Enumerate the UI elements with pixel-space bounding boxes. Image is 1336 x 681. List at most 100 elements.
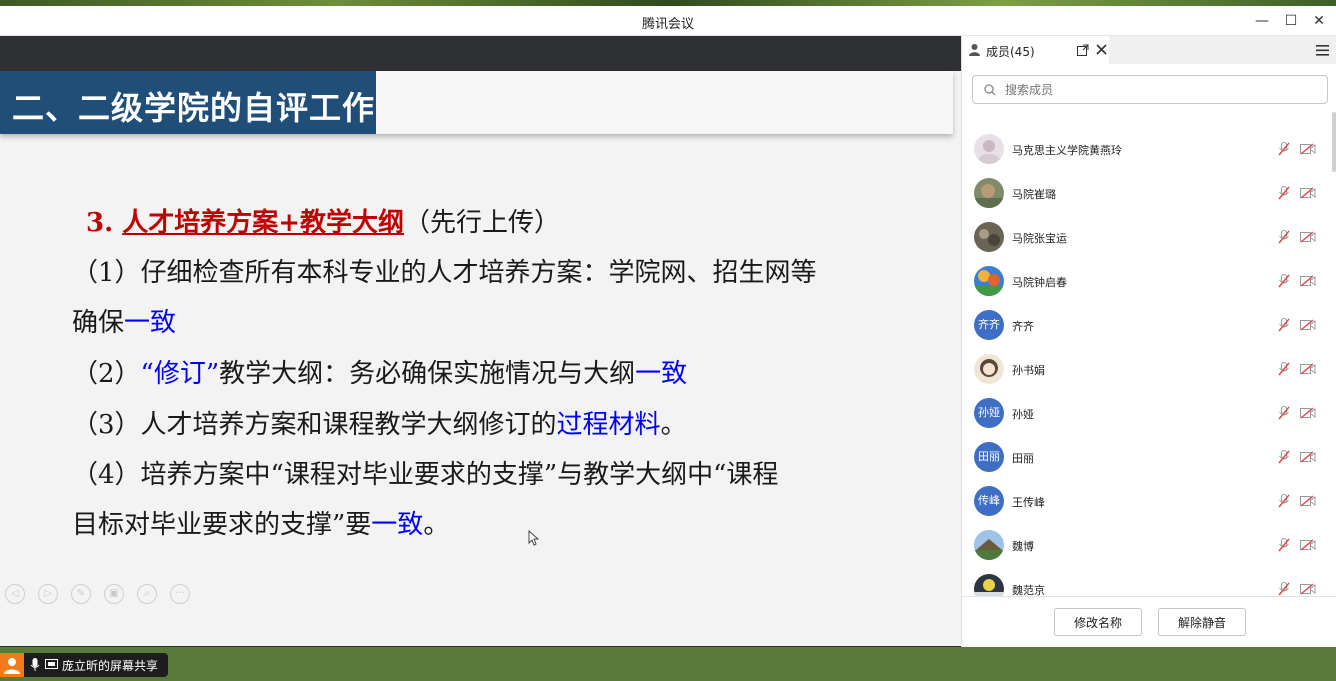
members-panel: 成员(45) 马克思主义学院黄燕玲 马院崔璐 <box>961 36 1336 647</box>
line1b-highlight: 一致 <box>124 308 177 338</box>
mic-muted-icon[interactable] <box>1278 318 1290 332</box>
popout-icon[interactable] <box>1077 44 1089 56</box>
avatar <box>974 222 1004 252</box>
camera-off-icon[interactable] <box>1300 539 1316 551</box>
members-tab[interactable]: 成员(45) <box>962 36 1109 64</box>
meeting-window: 腾讯会议 — ☐ ✕ 二、二级学院的自评工作 3. 人才培养方案+教学大纲（先行… <box>0 6 1336 677</box>
member-name: 马院张宝运 <box>1012 232 1067 245</box>
list-item[interactable]: 魏博 <box>962 523 1336 567</box>
line4b-highlight: 一致 <box>371 510 424 540</box>
list-item[interactable]: 马院张宝运 <box>962 215 1336 259</box>
slide-line-2: （2）“修订”教学大纲：务必确保实施情况与大纲一致 <box>72 353 687 390</box>
maximize-button[interactable]: ☐ <box>1281 11 1301 31</box>
search-icon <box>984 84 996 96</box>
member-name: 田丽 <box>1012 452 1034 465</box>
mic-muted-icon[interactable] <box>1278 230 1290 244</box>
line4b-text: 目标对毕业要求的支撑”要 <box>72 510 372 540</box>
slide-title: 二、二级学院的自评工作 <box>12 89 376 127</box>
mic-muted-icon[interactable] <box>1278 142 1290 156</box>
slide-line-3: （3）人才培养方案和课程教学大纲修订的过程材料。 <box>72 404 687 441</box>
unmute-button[interactable]: 解除静音 <box>1158 608 1246 636</box>
camera-off-icon[interactable] <box>1300 363 1316 375</box>
camera-off-icon[interactable] <box>1300 187 1316 199</box>
item3-suffix: （先行上传） <box>404 208 561 238</box>
member-list: 马克思主义学院黄燕玲 马院崔璐 马院张宝运 马院钟启春 齐齐 齐齐 孙书娟 孙娅… <box>962 112 1336 596</box>
slide-line-1a: （1）仔细检查所有本科专业的人才培养方案：学院网、招生网等 <box>72 258 817 288</box>
screen-share-icon <box>45 659 58 669</box>
close-panel-icon[interactable] <box>1096 44 1107 55</box>
window-title: 腾讯会议 <box>641 17 694 32</box>
camera-off-icon[interactable] <box>1300 143 1316 155</box>
member-name: 马克思主义学院黄燕玲 <box>1012 144 1122 157</box>
camera-off-icon[interactable] <box>1300 451 1316 463</box>
members-tab-label: 成员(45) <box>986 45 1035 59</box>
avatar <box>974 266 1004 296</box>
member-name: 马院崔璐 <box>1012 188 1056 201</box>
menu-icon[interactable] <box>1316 45 1329 56</box>
member-name: 齐齐 <box>1012 320 1034 333</box>
zoom-icon[interactable]: ⌕ <box>137 584 157 604</box>
member-name: 王传峰 <box>1012 496 1045 509</box>
avatar: 齐齐 <box>974 310 1004 340</box>
mouse-cursor-icon <box>528 529 540 550</box>
screen-share-badge: 庞立昕的屏幕共享 <box>0 653 168 677</box>
user-icon <box>0 653 24 677</box>
close-button[interactable]: ✕ <box>1309 11 1329 31</box>
avatar: 田丽 <box>974 442 1004 472</box>
list-item[interactable]: 马克思主义学院黄燕玲 <box>962 127 1336 171</box>
avatar: 传峰 <box>974 486 1004 516</box>
minimize-button[interactable]: — <box>1252 11 1272 31</box>
camera-off-icon[interactable] <box>1300 319 1316 331</box>
list-item[interactable]: 马院崔璐 <box>962 171 1336 215</box>
slide-line-4b: 目标对毕业要求的支撑”要一致。 <box>72 504 449 541</box>
line3-highlight: 过程材料 <box>556 410 661 440</box>
member-name: 马院钟启春 <box>1012 276 1067 289</box>
pen-icon[interactable]: ✎ <box>71 584 91 604</box>
slides-icon[interactable]: ▣ <box>104 584 124 604</box>
mic-muted-icon[interactable] <box>1278 494 1290 508</box>
more-icon[interactable]: ··· <box>170 584 190 604</box>
mic-muted-icon[interactable] <box>1278 450 1290 464</box>
next-slide-icon[interactable]: ▷ <box>38 584 58 604</box>
member-name: 孙书娟 <box>1012 364 1045 377</box>
camera-off-icon[interactable] <box>1300 495 1316 507</box>
slide-title-box: 二、二级学院的自评工作 <box>0 71 376 134</box>
mic-muted-icon[interactable] <box>1278 274 1290 288</box>
line4b-end: 。 <box>423 510 450 540</box>
mic-muted-icon[interactable] <box>1278 538 1290 552</box>
rename-button[interactable]: 修改名称 <box>1054 608 1142 636</box>
list-item[interactable]: 马院钟启春 <box>962 259 1336 303</box>
camera-off-icon[interactable] <box>1300 275 1316 287</box>
list-item[interactable]: 齐齐 齐齐 <box>962 303 1336 347</box>
member-name: 魏博 <box>1012 540 1034 553</box>
list-item[interactable]: 传峰 王传峰 <box>962 479 1336 523</box>
avatar <box>974 178 1004 208</box>
item3-title: 人才培养方案+教学大纲 <box>122 208 404 238</box>
avatar <box>974 530 1004 560</box>
panel-footer: 修改名称 解除静音 <box>962 596 1336 647</box>
line2-text: 教学大纲：务必确保实施情况与大纲 <box>219 359 636 389</box>
member-name: 孙娅 <box>1012 408 1034 421</box>
microphone-icon <box>30 658 40 671</box>
mic-muted-icon[interactable] <box>1278 186 1290 200</box>
member-name: 魏范京 <box>1012 584 1045 596</box>
mic-muted-icon[interactable] <box>1278 362 1290 376</box>
mic-muted-icon[interactable] <box>1278 582 1290 596</box>
avatar <box>974 574 1004 596</box>
camera-off-icon[interactable] <box>1300 231 1316 243</box>
line3-end: 。 <box>660 410 687 440</box>
camera-off-icon[interactable] <box>1300 407 1316 419</box>
member-search-box[interactable] <box>972 75 1328 104</box>
line2-num: （2） <box>72 359 141 389</box>
list-item[interactable]: 魏范京 <box>962 567 1336 596</box>
list-item[interactable]: 孙娅 孙娅 <box>962 391 1336 435</box>
slide-line-1b: 确保一致 <box>72 302 176 339</box>
member-search-input[interactable] <box>1005 81 1305 98</box>
mic-muted-icon[interactable] <box>1278 406 1290 420</box>
camera-off-icon[interactable] <box>1300 583 1316 595</box>
list-item[interactable]: 孙书娟 <box>962 347 1336 391</box>
previous-slide-icon[interactable]: ◁ <box>5 584 25 604</box>
list-item[interactable]: 田丽 田丽 <box>962 435 1336 479</box>
line2-highlight-2: 一致 <box>635 359 688 389</box>
title-bar: 腾讯会议 — ☐ ✕ <box>0 6 1336 36</box>
